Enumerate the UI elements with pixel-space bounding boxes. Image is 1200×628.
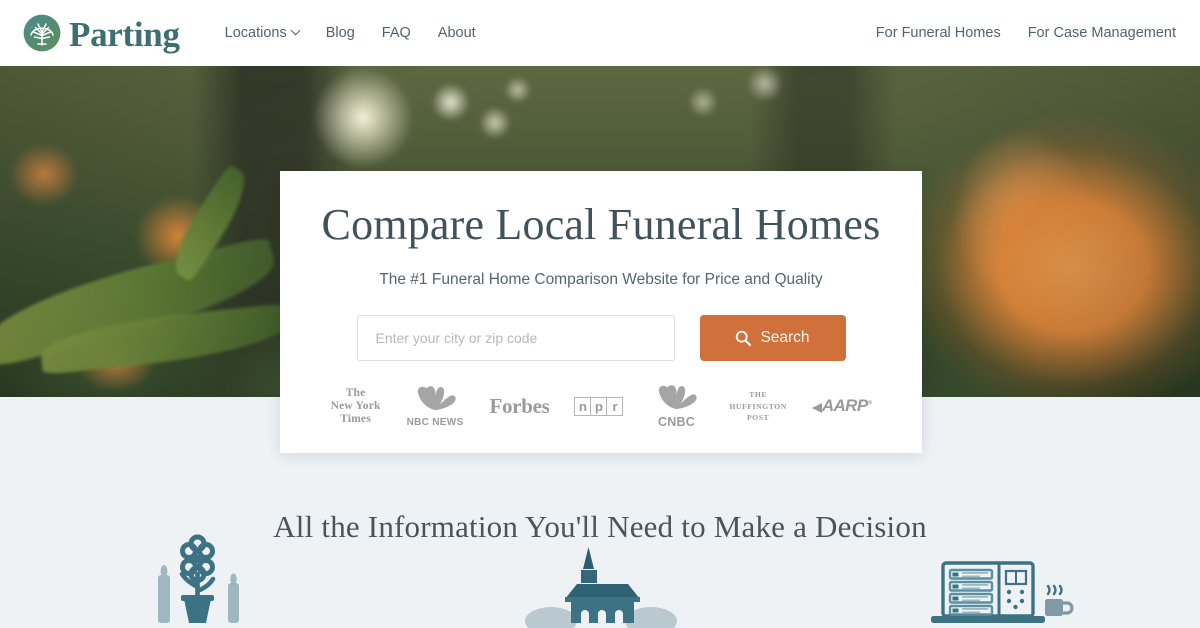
hero-search-card: Compare Local Funeral Homes The #1 Funer… (280, 171, 922, 453)
nyt-line-2: New York (330, 399, 381, 412)
press-logo-forbes: Forbes (489, 394, 549, 419)
primary-nav: Locations Blog FAQ About (225, 25, 476, 41)
npr-letter-p: p (590, 396, 608, 416)
search-icon (735, 330, 752, 347)
search-input[interactable] (356, 314, 675, 361)
hero-subtitle: The #1 Funeral Home Comparison Website f… (379, 270, 823, 288)
brand-name: Parting (69, 14, 180, 54)
page-root: Parting Locations Blog FAQ About For Fun… (0, 0, 1200, 628)
info-column-flowers (0, 534, 400, 628)
nav-item-locations-label: Locations (224, 25, 287, 41)
press-logo-nbc-news: NBC NEWS (407, 385, 464, 428)
flower-vase-candles-icon (140, 534, 260, 628)
church-icon (525, 543, 677, 628)
nav-item-faq-label: FAQ (381, 25, 411, 41)
nav-item-about[interactable]: About (438, 25, 476, 41)
cnbc-peacock-icon (649, 385, 703, 414)
nav-item-locations[interactable]: Locations (224, 25, 301, 41)
info-section-title: All the Information You'll Need to Make … (273, 509, 927, 544)
search-button[interactable]: Search (699, 314, 846, 361)
nav-item-faq[interactable]: FAQ (382, 25, 411, 41)
page-title: Compare Local Funeral Homes (321, 200, 881, 249)
huffpost-line-1: THE (749, 390, 768, 400)
cnbc-label: CNBC (658, 414, 695, 429)
press-logo-strip: The New York Times NBC NEWS Forbes n p r… (280, 384, 922, 429)
aarp-label: AARP (821, 396, 868, 416)
npr-letter-n: n (574, 396, 592, 416)
nav-item-for-funeral-homes-label: For Funeral Homes (875, 25, 1001, 41)
press-logo-cnbc: CNBC (649, 384, 703, 429)
price-comparison-laptop-icon (925, 543, 1075, 628)
search-form: Search (280, 314, 922, 361)
info-column-services (400, 547, 800, 628)
nav-item-about-label: About (437, 25, 476, 41)
press-logo-the-huffington-post: THE HUFFINGTON POST (729, 389, 786, 423)
press-logo-the-new-york-times: The New York Times (331, 387, 381, 426)
nyt-line-3: Times (340, 412, 371, 425)
nav-item-for-case-management[interactable]: For Case Management (1028, 25, 1176, 41)
info-column-price-comparison (800, 548, 1200, 628)
nav-item-blog[interactable]: Blog (326, 25, 355, 41)
nav-item-for-funeral-homes[interactable]: For Funeral Homes (876, 25, 1001, 41)
npr-letter-r: r (606, 396, 624, 416)
site-header: Parting Locations Blog FAQ About For Fun… (0, 0, 1200, 66)
nbc-news-label: NBC NEWS (406, 416, 464, 428)
nav-item-for-case-management-label: For Case Management (1027, 25, 1176, 41)
forbes-label: Forbes (489, 393, 550, 418)
press-logo-npr: n p r (574, 396, 624, 416)
nbc-peacock-icon (409, 386, 461, 415)
huffpost-line-2: HUFFINGTON (729, 401, 787, 411)
press-logo-aarp: AARP® (811, 396, 872, 416)
brand-logo-link[interactable]: Parting (22, 13, 180, 53)
search-button-label: Search (760, 328, 810, 346)
info-icon-row (0, 534, 1200, 628)
secondary-nav: For Funeral Homes For Case Management (876, 0, 1176, 66)
chevron-down-icon (290, 25, 301, 35)
nav-item-blog-label: Blog (325, 25, 355, 41)
tree-circle-icon (22, 13, 62, 53)
nyt-line-1: The (345, 387, 366, 400)
huffpost-line-3: POST (747, 413, 770, 423)
